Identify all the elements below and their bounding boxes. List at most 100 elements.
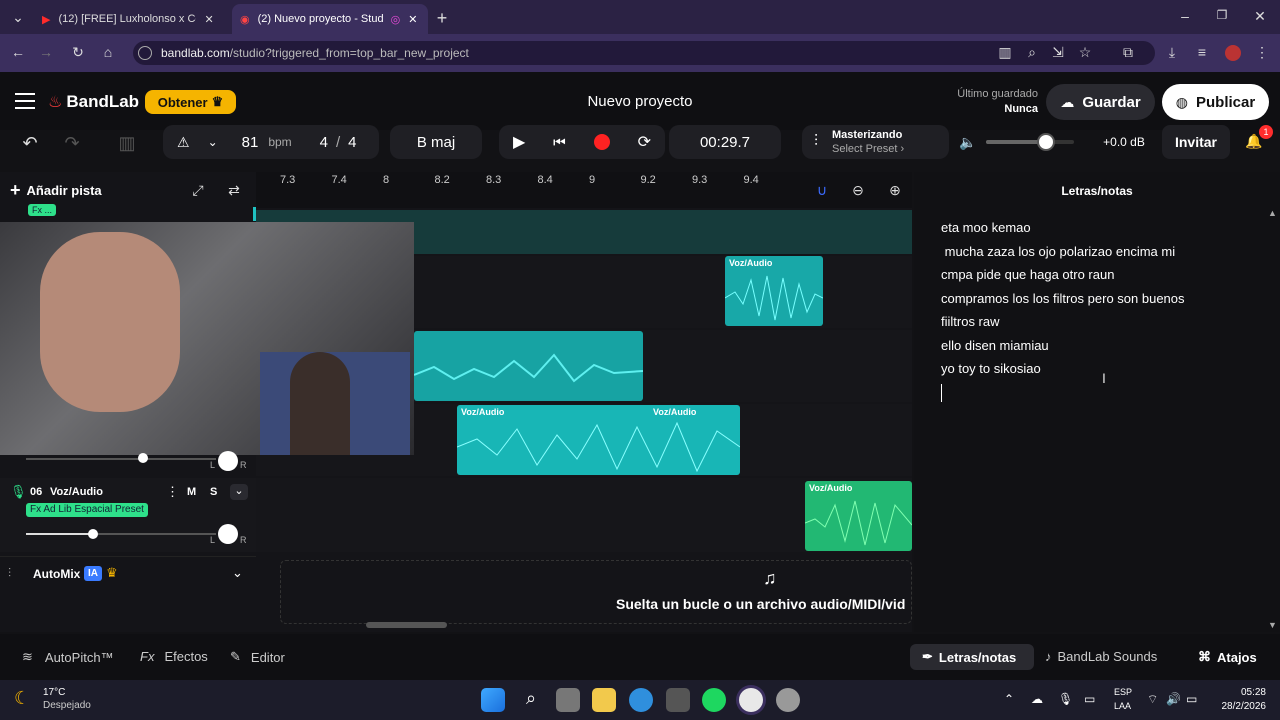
editor-button[interactable]: ✎ Editor — [230, 649, 285, 665]
publish-button[interactable]: ◍ Publicar — [1162, 84, 1269, 120]
profile-avatar[interactable] — [1225, 45, 1241, 61]
install-icon[interactable]: ⇲ — [1048, 44, 1068, 61]
key-selector[interactable]: B maj — [390, 125, 482, 159]
weather-temp[interactable]: 17°C — [43, 687, 65, 698]
track-menu-icon[interactable]: ⋮ — [166, 484, 179, 500]
skip-back-icon[interactable]: ⏮ — [553, 134, 566, 151]
tab-bandlab[interactable]: ◉ (2) Nuevo proyecto - Studio ◎ ✕ — [232, 4, 428, 34]
bandlab-logo[interactable]: ♨ BandLab — [48, 92, 139, 112]
close-icon[interactable]: ✕ — [408, 13, 417, 26]
invite-button[interactable]: Invitar — [1162, 125, 1230, 159]
reader-icon[interactable]: ▥ — [995, 44, 1015, 61]
fx-preset-badge[interactable]: Fx ... — [28, 204, 56, 216]
add-track-button[interactable]: + Añadir pista — [10, 180, 102, 201]
minimize-icon[interactable]: – — [1175, 8, 1195, 24]
zoom-out-icon[interactable]: ⊖ — [848, 182, 868, 199]
windows-start-icon[interactable] — [481, 688, 505, 712]
close-icon[interactable]: ✕ — [204, 13, 213, 26]
volume-slider[interactable] — [986, 133, 1074, 151]
lyrics-editor[interactable]: eta moo kemao mucha zaza los ojo polariz… — [941, 216, 1261, 402]
project-title[interactable]: Nuevo proyecto — [540, 93, 740, 110]
snap-magnet-icon[interactable]: ∪ — [812, 182, 832, 199]
time-sig-den[interactable]: 4 — [348, 134, 356, 151]
metronome-icon[interactable]: ⚠ — [177, 134, 190, 151]
solo-button[interactable]: S — [210, 486, 217, 498]
play-icon[interactable]: ▶ — [513, 132, 525, 152]
download-icon[interactable]: ⤓ — [1162, 44, 1182, 61]
mastering-button[interactable]: ⫶ Masterizando Select Preset › — [802, 125, 949, 159]
clock-time[interactable]: 05:28 — [1226, 687, 1266, 698]
task-view-icon[interactable] — [556, 688, 580, 712]
cloud-icon[interactable]: ☁ — [1031, 692, 1043, 706]
pan-knob[interactable] — [218, 524, 238, 544]
chevron-down-icon[interactable]: ⌄ — [232, 565, 243, 581]
bookmark-icon[interactable]: ☆ — [1075, 44, 1095, 61]
chevron-up-icon[interactable]: ⌃ — [1004, 692, 1014, 706]
pan-knob[interactable] — [218, 451, 238, 471]
app-icon[interactable] — [776, 688, 800, 712]
chrome-icon[interactable] — [739, 688, 763, 712]
microphone-icon[interactable]: 🎙 — [1058, 692, 1073, 706]
audio-clip[interactable]: Voz/Audio — [725, 256, 823, 326]
edge-icon[interactable] — [629, 688, 653, 712]
audio-clip[interactable]: Voz/Audio Voz/Audio — [457, 405, 740, 475]
browser-menu-icon[interactable]: ⋮ — [1252, 44, 1272, 61]
battery-icon[interactable]: ▭ — [1186, 692, 1197, 706]
volume-fader[interactable] — [26, 458, 216, 460]
autopitch-button[interactable]: ≋ AutoPitch™ — [22, 649, 114, 665]
drop-zone[interactable] — [280, 560, 912, 624]
letras-tab[interactable]: ✒ Letras/notas — [910, 644, 1034, 670]
language-bottom[interactable]: LAA — [1114, 701, 1131, 711]
close-window-icon[interactable]: ✕ — [1250, 8, 1270, 25]
loop-icon[interactable]: ⟳ — [638, 132, 651, 152]
spotify-icon[interactable] — [702, 688, 726, 712]
efectos-button[interactable]: Fx Efectos — [140, 649, 208, 664]
audio-clip[interactable] — [414, 331, 643, 401]
horizontal-scrollbar[interactable] — [366, 622, 447, 628]
fader-knob[interactable] — [138, 453, 148, 463]
tab-menu-icon[interactable]: ⌄ — [8, 9, 28, 26]
display-icon[interactable]: ▭ — [1084, 692, 1095, 706]
zoom-in-icon[interactable]: ⊕ — [885, 182, 905, 199]
speaker-icon[interactable]: 🔊 — [1166, 692, 1181, 706]
search-icon[interactable]: ⌕ — [519, 688, 543, 712]
language-top[interactable]: ESP — [1114, 687, 1132, 697]
redo-icon[interactable]: ↷ — [62, 133, 82, 154]
playhead[interactable] — [253, 207, 256, 221]
bpm-value[interactable]: 81 — [242, 134, 259, 151]
time-sig-num[interactable]: 4 — [320, 134, 328, 151]
wifi-icon[interactable]: ⌔ — [1147, 692, 1158, 707]
bandlab-sounds-tab[interactable]: ♪ BandLab Sounds — [1045, 649, 1157, 664]
undo-icon[interactable]: ↶ — [20, 133, 40, 154]
reload-icon[interactable]: ↻ — [68, 44, 88, 61]
clock-date[interactable]: 28/2/2026 — [1210, 701, 1267, 712]
atajos-button[interactable]: ⌘ Atajos — [1198, 649, 1257, 665]
maximize-icon[interactable]: ❐ — [1212, 8, 1232, 22]
hamburger-icon[interactable] — [15, 93, 35, 109]
audio-clip[interactable]: Voz/Audio — [805, 481, 912, 551]
automation-icon[interactable]: ⤢ — [188, 182, 208, 199]
tab-youtube[interactable]: ▶ (12) [FREE] Luxholonso x Cero° ✕ — [34, 4, 230, 34]
back-icon[interactable]: ← — [8, 44, 28, 60]
volume-knob[interactable] — [1036, 133, 1055, 151]
track-name[interactable]: Voz/Audio — [50, 486, 103, 498]
arrange-icon[interactable]: ⇄ — [224, 182, 244, 199]
grid-icon[interactable]: ▥ — [117, 133, 137, 154]
fader-knob[interactable] — [88, 529, 98, 539]
extensions-icon[interactable]: ⧉ — [1118, 44, 1138, 61]
zoom-icon[interactable]: ⌕ — [1022, 44, 1042, 61]
mute-button[interactable]: M — [187, 486, 196, 498]
media-icon[interactable]: ≡ — [1192, 44, 1212, 60]
fx-preset-badge[interactable]: Fx Ad Lib Espacial Preset — [26, 503, 148, 517]
obtener-button[interactable]: Obtener ♛ — [145, 90, 236, 114]
scroll-down-icon[interactable]: ▼ — [1268, 620, 1277, 630]
weather-desc[interactable]: Despejado — [43, 700, 91, 711]
chevron-down-icon[interactable]: ⌄ — [230, 484, 248, 500]
home-icon[interactable]: ⌂ — [98, 44, 118, 60]
save-button[interactable]: ☁ Guardar — [1046, 84, 1155, 120]
store-icon[interactable] — [666, 688, 690, 712]
forward-icon[interactable]: → — [36, 44, 56, 60]
tempo-control[interactable]: ⚠ ⌄ 81 bpm 4 / 4 — [163, 125, 379, 159]
scroll-up-icon[interactable]: ▲ — [1268, 208, 1277, 218]
chevron-down-icon[interactable]: ⌄ — [208, 135, 218, 149]
